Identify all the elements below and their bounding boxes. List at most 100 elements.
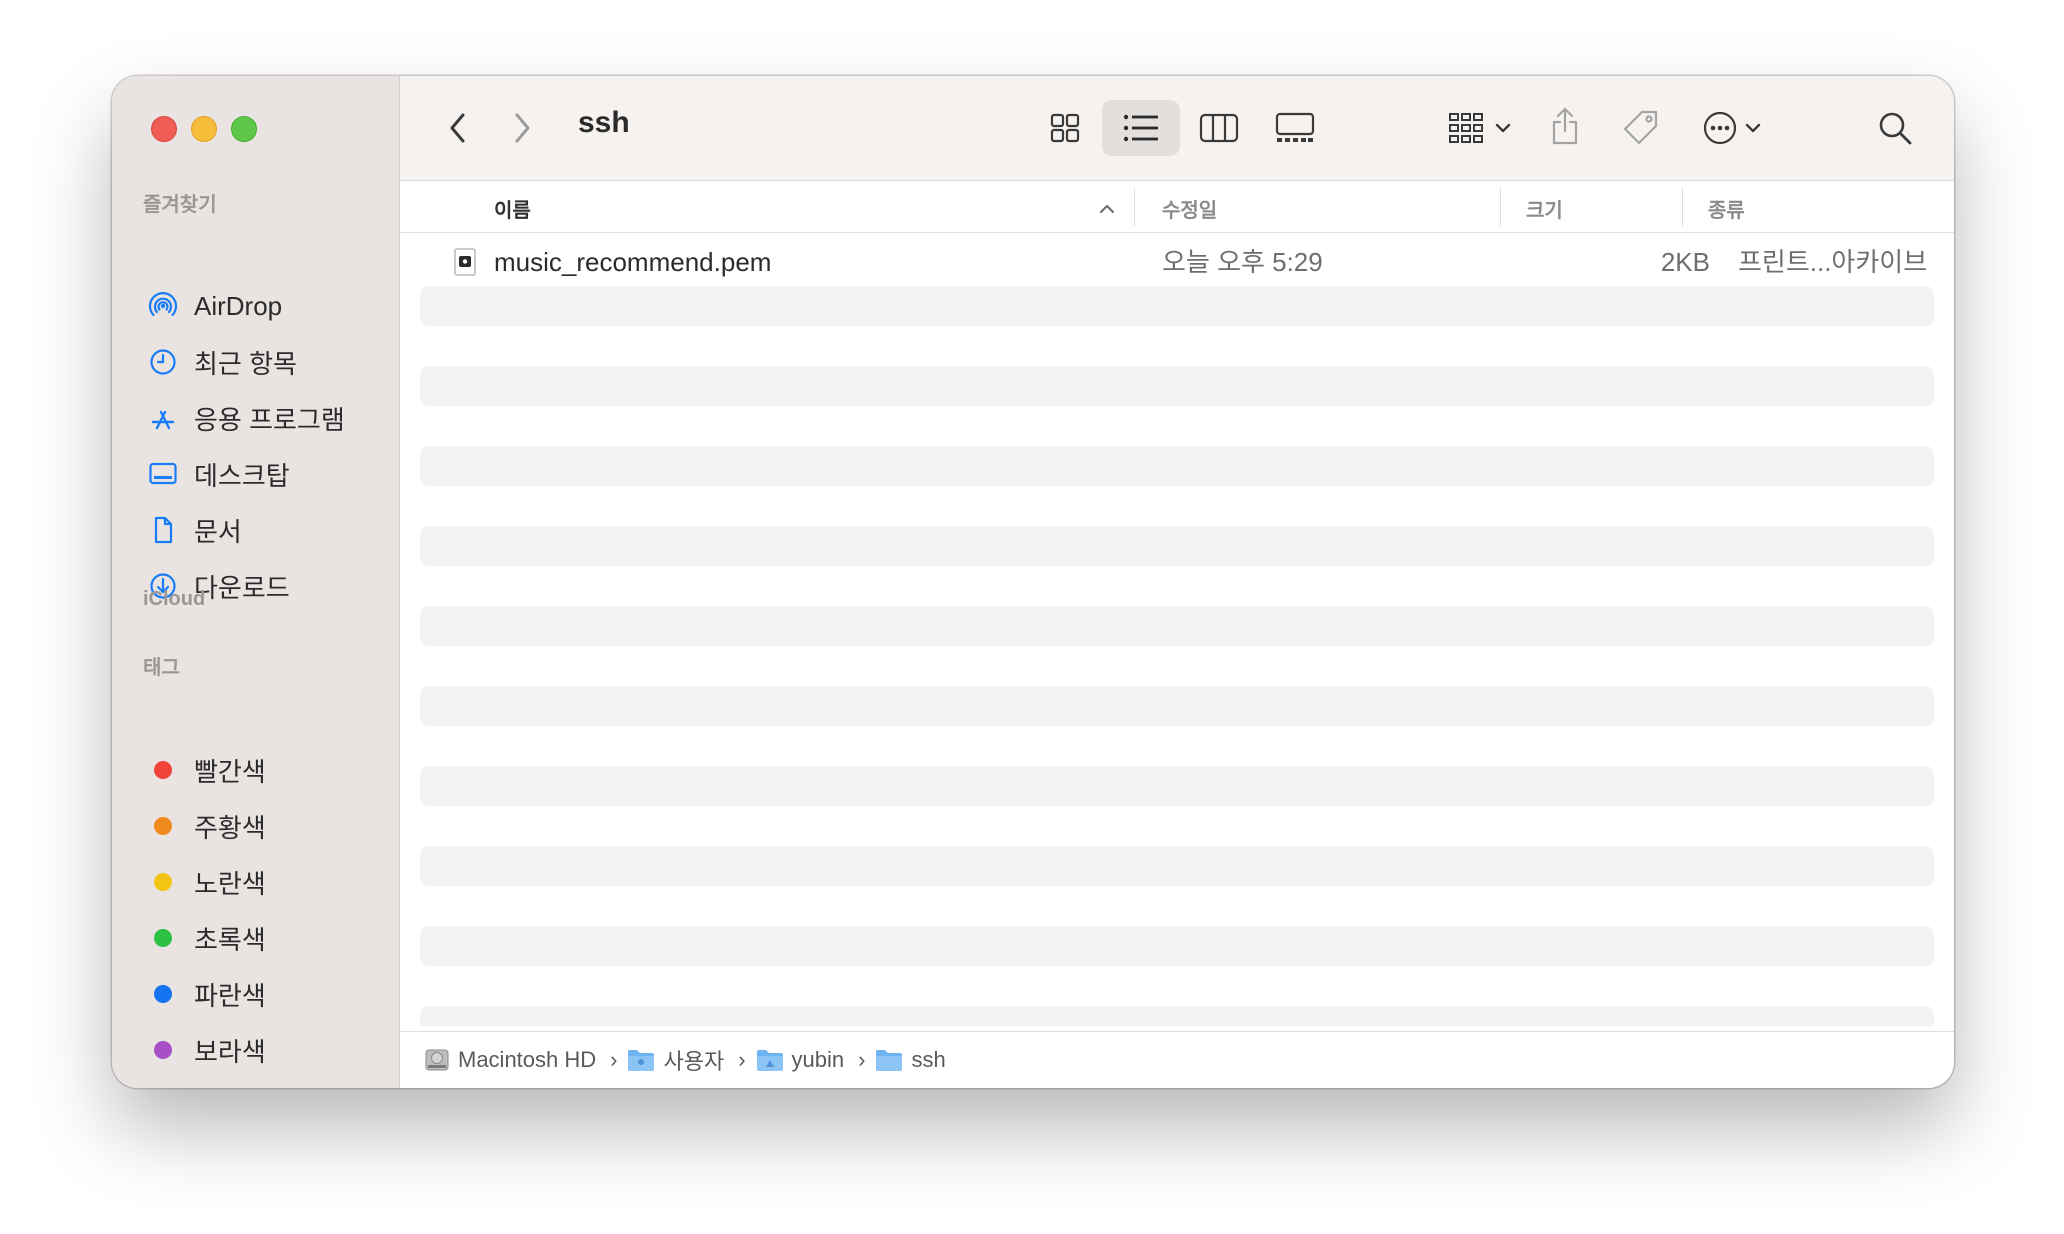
- icon-view-button[interactable]: [1038, 102, 1092, 154]
- sidebar-item-label: 주황색: [194, 812, 266, 843]
- zoom-button[interactable]: [231, 116, 257, 142]
- empty-row: [420, 366, 1934, 406]
- tags-header: 태그: [143, 657, 180, 679]
- sidebar-item-label: 빨간색: [194, 756, 266, 787]
- share-button[interactable]: [1540, 98, 1590, 154]
- file-size: 2KB: [1660, 247, 1710, 277]
- sidebar-item-airdrop[interactable]: AirDrop: [148, 284, 282, 328]
- path-item-users[interactable]: 사용자: [627, 1044, 724, 1076]
- grid-icon: [1050, 113, 1080, 143]
- empty-row: [420, 846, 1934, 886]
- window-title: ssh: [578, 106, 630, 139]
- finder-window: 즐겨찾기 AirDrop 최근 항목 응용 프로그램 데스크탑 문서 다운로드 …: [112, 76, 1954, 1088]
- chevron-left-icon: [450, 113, 465, 143]
- sidebar-tag-yellow[interactable]: 노란색: [148, 860, 266, 904]
- tag-dot: [154, 761, 172, 779]
- hard-drive-icon: [425, 1049, 449, 1071]
- gallery-icon: [1275, 112, 1315, 142]
- path-label: yubin: [791, 1047, 845, 1072]
- search-button[interactable]: [1870, 102, 1920, 154]
- gallery-view-button[interactable]: [1266, 102, 1324, 154]
- tag-icon: [1623, 110, 1658, 145]
- tag-dot: [154, 929, 172, 947]
- empty-row: [420, 446, 1934, 486]
- path-label: 사용자: [663, 1049, 725, 1074]
- sidebar-item-label: 문서: [194, 516, 242, 547]
- path-item-ssh[interactable]: ssh: [875, 1047, 946, 1073]
- more-actions-button[interactable]: [1692, 102, 1772, 154]
- toolbar: ssh: [400, 76, 1954, 181]
- close-button[interactable]: [151, 116, 177, 142]
- path-label: Macintosh HD: [458, 1047, 597, 1072]
- sidebar-item-label: 데스크탑: [194, 460, 290, 491]
- empty-row: [420, 686, 1934, 726]
- sidebar-item-label: 보라색: [194, 1036, 266, 1067]
- sidebar-tag-orange[interactable]: 주황색: [148, 804, 266, 848]
- column-header-modified[interactable]: 수정일: [1162, 194, 1217, 223]
- back-button[interactable]: [440, 106, 476, 150]
- list-view-button[interactable]: [1102, 100, 1180, 156]
- sidebar-item-label: 노란색: [194, 868, 266, 899]
- sidebar-tag-green[interactable]: 초록색: [148, 916, 266, 960]
- icloud-header: iCloud: [143, 588, 206, 610]
- share-icon: [1552, 107, 1578, 145]
- sidebar-item-recents[interactable]: 최근 항목: [148, 340, 297, 384]
- file-kind: 프린트...아카이브: [1738, 247, 1928, 277]
- list-icon: [1123, 114, 1158, 142]
- empty-row: [420, 526, 1934, 566]
- sidebar-item-label: 회색: [194, 1088, 242, 1089]
- path-label: ssh: [911, 1047, 946, 1072]
- forward-button[interactable]: [504, 106, 540, 150]
- sidebar-item-label: AirDrop: [194, 290, 283, 321]
- group-icon: [1449, 113, 1483, 143]
- ellipsis-circle-icon: [1703, 111, 1737, 145]
- column-divider[interactable]: [1500, 188, 1501, 226]
- column-header-name[interactable]: 이름: [494, 194, 531, 223]
- file-list: music_recommend.pem 오늘 오후 5:29 2KB 프린트..…: [400, 234, 1954, 1026]
- sidebar: 즐겨찾기 AirDrop 최근 항목 응용 프로그램 데스크탑 문서 다운로드 …: [112, 76, 400, 1088]
- search-icon: [1879, 112, 1912, 145]
- tag-button[interactable]: [1616, 102, 1666, 154]
- sidebar-item-label: 응용 프로그램: [194, 404, 345, 435]
- minimize-button[interactable]: [191, 116, 217, 142]
- certificate-file-icon: [454, 248, 476, 276]
- empty-row: [420, 766, 1934, 806]
- column-header-bar: 이름 수정일 크기 종류: [400, 182, 1954, 233]
- chevron-right-icon: [515, 113, 530, 143]
- folder-icon: [628, 1050, 655, 1071]
- sidebar-tag-blue[interactable]: 파란색: [148, 972, 266, 1016]
- sidebar-tag-purple[interactable]: 보라색: [148, 1028, 266, 1072]
- file-row[interactable]: music_recommend.pem 오늘 오후 5:29 2KB 프린트..…: [420, 242, 1934, 282]
- path-bar: Macintosh HD › 사용자 › yubin › ssh: [400, 1031, 1954, 1088]
- document-icon: [148, 515, 178, 545]
- file-name: music_recommend.pem: [494, 247, 772, 277]
- path-separator-icon: ›: [610, 1047, 618, 1072]
- empty-row: [420, 606, 1934, 646]
- desktop-icon: [148, 459, 178, 489]
- path-item-macintosh-hd[interactable]: Macintosh HD: [424, 1047, 596, 1073]
- tag-dot: [154, 817, 172, 835]
- sidebar-tag-red[interactable]: 빨간색: [148, 748, 266, 792]
- sidebar-tag-gray[interactable]: 회색: [148, 1084, 242, 1088]
- chevron-down-icon: [1495, 123, 1511, 133]
- column-divider[interactable]: [1134, 188, 1135, 226]
- column-header-size[interactable]: 크기: [1526, 194, 1563, 223]
- sidebar-item-desktop[interactable]: 데스크탑: [148, 452, 290, 496]
- sort-ascending-icon: [1100, 205, 1114, 213]
- tag-dot: [154, 1041, 172, 1059]
- path-item-yubin[interactable]: yubin: [756, 1047, 845, 1073]
- column-header-kind[interactable]: 종류: [1708, 194, 1745, 223]
- applications-icon: [148, 403, 178, 433]
- column-divider[interactable]: [1682, 188, 1683, 226]
- sidebar-item-documents[interactable]: 문서: [148, 508, 242, 552]
- path-separator-icon: ›: [858, 1047, 866, 1072]
- column-view-button[interactable]: [1192, 102, 1246, 154]
- favorites-header: 즐겨찾기: [143, 194, 217, 216]
- group-by-button[interactable]: [1440, 102, 1520, 154]
- chevron-down-icon: [1745, 123, 1761, 133]
- sidebar-item-applications[interactable]: 응용 프로그램: [148, 396, 345, 440]
- empty-row: [420, 286, 1934, 326]
- sidebar-item-label: 다운로드: [194, 572, 290, 603]
- empty-row: [420, 1006, 1934, 1026]
- empty-row: [420, 926, 1934, 966]
